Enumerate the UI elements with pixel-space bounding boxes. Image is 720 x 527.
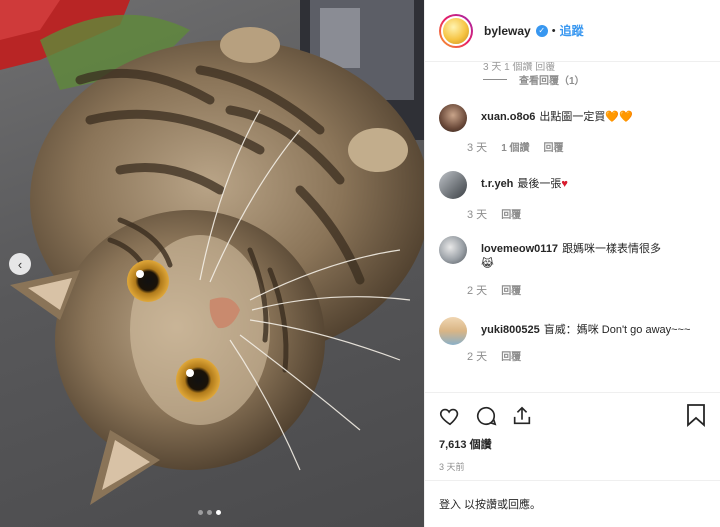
likes-count[interactable]: 7,613 個讚 <box>439 436 706 452</box>
comment-reply-button[interactable]: 回覆 <box>501 348 521 364</box>
post-actions: 7,613 個讚 3 天前 <box>425 392 720 480</box>
header-separator: • <box>551 24 556 37</box>
comment-item: xuan.o8o6 出點圖一定買🧡🧡 3 天 1 個讚 回覆 <box>439 104 709 155</box>
carousel-indicator <box>198 510 221 515</box>
comment-item: yuki800525 盲威：媽咪 Don't go away~~~ 2 天 回覆 <box>439 317 709 364</box>
carousel-dot <box>198 510 203 515</box>
heart-icon[interactable] <box>439 405 461 427</box>
comment-item: t.r.yeh 最後一張♥ 3 天 回覆 <box>439 171 709 222</box>
view-replies-button[interactable]: 查看回覆（1） <box>483 72 585 87</box>
comment-meta: 3 天 1 個讚 回覆 <box>467 139 633 155</box>
orange-heart-icon: 🧡🧡 <box>605 111 633 123</box>
comment-text: 盲威：媽咪 Don't go away~~~ <box>543 324 691 336</box>
share-icon[interactable] <box>511 405 533 427</box>
comment-age: 3 天 <box>467 142 488 154</box>
carousel-prev-button[interactable]: ‹ <box>9 253 31 275</box>
view-replies-label: 查看回覆（1） <box>519 76 585 87</box>
commenter-avatar[interactable] <box>439 236 467 264</box>
cat-photo-illustration <box>0 0 424 505</box>
post-side-panel: byleway ✓ • 追蹤 3 天 1 個讚 回覆 查看回覆（1） xuan.… <box>424 0 720 527</box>
post-photo[interactable]: ‹ <box>0 0 424 527</box>
carousel-dot <box>207 510 212 515</box>
comment-item: lovemeow0117 跟媽咪一樣表情很多 😹 2 天 回覆 <box>439 236 709 298</box>
comment-reply-button[interactable]: 回覆 <box>501 206 521 222</box>
comment-username[interactable]: t.r.yeh <box>481 178 513 190</box>
comment-reply-button[interactable]: 回覆 <box>544 139 564 155</box>
comment-icon[interactable] <box>475 405 497 427</box>
author-username[interactable]: byleway <box>484 24 531 38</box>
comment-username[interactable]: lovemeow0117 <box>481 243 558 255</box>
cat-face-icon: 😹 <box>481 258 494 270</box>
comments-list[interactable]: 3 天 1 個讚 回覆 查看回覆（1） xuan.o8o6 出點圖一定買🧡🧡 3 … <box>425 62 720 392</box>
replies-divider-line <box>483 79 507 80</box>
bookmark-icon[interactable] <box>686 403 706 427</box>
comment-reply-button[interactable]: 回覆 <box>501 282 521 298</box>
comment-meta: 2 天 回覆 <box>467 282 707 298</box>
comment-text: 出點圖一定買 <box>539 111 606 123</box>
action-icons <box>439 403 706 429</box>
instagram-post: ‹ byleway ✓ • 追蹤 3 天 1 個讚 回覆 查看回覆（1） xua… <box>0 0 720 527</box>
verified-badge-icon: ✓ <box>535 24 548 37</box>
comment-username[interactable]: yuki800525 <box>481 324 540 336</box>
comment-text: 跟媽咪一樣表情很多 <box>562 243 662 255</box>
post-timestamp: 3 天前 <box>439 462 465 472</box>
commenter-avatar[interactable] <box>439 317 467 345</box>
comment-text: 最後一張 <box>517 178 562 190</box>
chevron-left-icon: ‹ <box>17 256 23 272</box>
comment-username[interactable]: xuan.o8o6 <box>481 111 535 123</box>
author-avatar[interactable] <box>439 13 473 48</box>
comment-age: 2 天 <box>467 285 488 297</box>
carousel-dot-active <box>216 510 221 515</box>
comment-age: 2 天 <box>467 351 488 363</box>
post-header: byleway ✓ • 追蹤 <box>425 0 720 62</box>
follow-button[interactable]: 追蹤 <box>560 22 584 39</box>
comment-meta: 2 天 回覆 <box>467 348 707 364</box>
red-heart-icon: ♥ <box>561 178 568 190</box>
comment-meta: 3 天 回覆 <box>467 206 568 222</box>
login-prompt[interactable]: 登入 以按讚或回應。 <box>425 480 720 527</box>
commenter-avatar[interactable] <box>439 104 467 132</box>
comment-likes-link[interactable]: 1 個讚 <box>501 139 529 155</box>
comment-age: 3 天 <box>467 209 488 221</box>
commenter-avatar[interactable] <box>439 171 467 199</box>
